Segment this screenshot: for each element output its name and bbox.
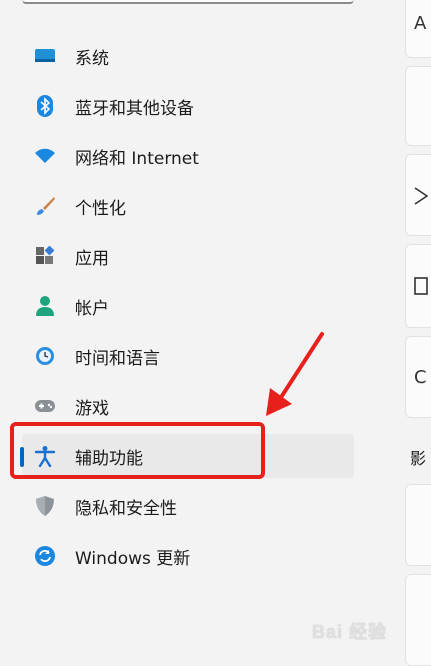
sidebar-item-network[interactable]: 网络和 Internet: [22, 134, 354, 178]
sidebar-item-accounts[interactable]: 帐户: [22, 284, 354, 328]
setting-card[interactable]: A: [405, 0, 431, 58]
brush-icon: [34, 195, 56, 217]
card-glyph: C: [414, 367, 427, 388]
sidebar-item-privacy[interactable]: 隐私和安全性: [22, 484, 354, 528]
sidebar-item-bluetooth[interactable]: 蓝牙和其他设备: [22, 84, 354, 128]
section-heading: 影: [410, 449, 427, 468]
monitor-icon: [34, 45, 56, 67]
update-icon: [34, 545, 56, 567]
setting-card[interactable]: [405, 66, 431, 146]
sidebar-item-label: 游戏: [75, 398, 109, 419]
sidebar-item-label: 系统: [75, 48, 109, 69]
sidebar-item-label: 帐户: [75, 298, 109, 319]
sidebar-item-label: 个性化: [75, 198, 126, 219]
right-content-pane: A C 影: [395, 0, 431, 666]
account-icon: [34, 295, 56, 317]
watermark: Bai 经验: [312, 622, 388, 642]
apps-icon: [34, 245, 56, 267]
card-icon: [414, 187, 428, 205]
setting-card[interactable]: C: [405, 336, 431, 418]
shield-icon: [34, 495, 56, 517]
card-icon: [414, 277, 428, 295]
red-highlight-box: [10, 422, 265, 479]
sidebar-item-label: 蓝牙和其他设备: [75, 98, 194, 119]
sidebar-item-personalization[interactable]: 个性化: [22, 184, 354, 228]
sidebar-item-label: 网络和 Internet: [75, 148, 199, 169]
setting-card[interactable]: [405, 244, 431, 328]
sidebar-item-label: Windows 更新: [75, 548, 191, 569]
sidebar-item-label: 隐私和安全性: [75, 498, 177, 519]
wifi-icon: [34, 145, 56, 167]
sidebar-item-system[interactable]: 系统: [22, 34, 354, 78]
gamepad-icon: [34, 395, 56, 417]
setting-card[interactable]: [405, 154, 431, 236]
red-arrow-icon: [266, 332, 324, 416]
card-glyph: A: [414, 13, 427, 34]
sidebar-item-label: 时间和语言: [75, 348, 160, 369]
setting-card[interactable]: [405, 574, 431, 666]
sidebar-item-apps[interactable]: 应用: [22, 234, 354, 278]
sidebar-item-windows-update[interactable]: Windows 更新: [22, 534, 354, 578]
sidebar-item-label: 应用: [75, 248, 109, 269]
clock-globe-icon: [34, 345, 56, 367]
bluetooth-icon: [34, 95, 56, 117]
setting-card[interactable]: [405, 484, 431, 566]
